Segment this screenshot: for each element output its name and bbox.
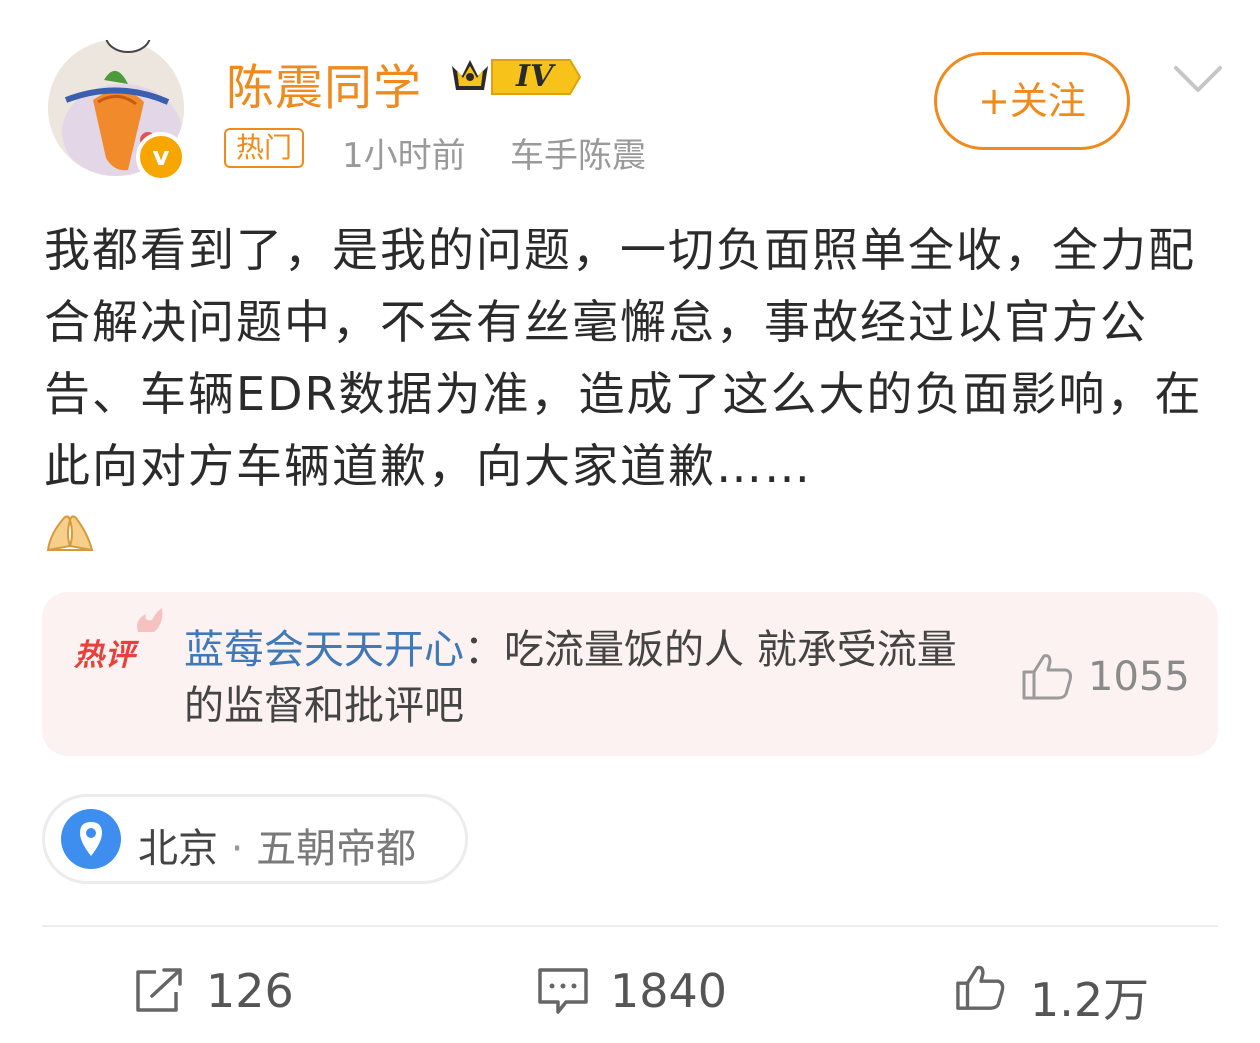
verified-badge-icon: v (136, 132, 186, 182)
post-source: 车手陈震 (510, 136, 646, 176)
flame-icon (137, 608, 163, 632)
location-text: 北京 · 五朝帝都 (138, 816, 416, 874)
folded-hands-emoji-icon (46, 515, 94, 552)
comment-count[interactable]: 1840 (610, 964, 727, 1018)
chevron-down-icon[interactable] (1172, 60, 1224, 96)
location-city: 北京 (138, 826, 218, 872)
divider (42, 925, 1218, 927)
hot-comment-colon: ： (464, 627, 504, 673)
location-pin-icon (61, 809, 121, 869)
post-content: 我都看到了，是我的问题，一切负面照单全收，全力配合解决问题中，不会有丝毫懈怠，事… (44, 223, 1203, 493)
repost-count[interactable]: 126 (206, 964, 294, 1018)
location-subtitle: 五朝帝都 (256, 826, 417, 872)
repost-icon[interactable] (132, 966, 186, 1016)
hot-comment-like-count: 1055 (1088, 654, 1190, 700)
hot-comment-user[interactable]: 蓝莓会天天开心 (184, 627, 464, 673)
like-icon[interactable] (954, 962, 1008, 1012)
like-count[interactable]: 1.2万 (1030, 964, 1149, 1030)
hot-comment-text: 蓝莓会天天开心：吃流量饭的人 就承受流量的监督和批评吧 (184, 622, 984, 734)
follow-button[interactable]: +关注 (934, 52, 1130, 150)
author-name[interactable]: 陈震同学 (226, 48, 422, 118)
location-separator: · (218, 826, 257, 872)
comment-icon[interactable] (536, 966, 590, 1016)
hot-comment-label: 热评 (74, 638, 136, 673)
like-icon[interactable] (1020, 650, 1076, 702)
level-text: IV (516, 59, 554, 94)
level-badge: IV (448, 54, 584, 100)
hot-tag-badge: 热门 (224, 128, 305, 168)
post-time: 1小时前 (342, 136, 466, 176)
